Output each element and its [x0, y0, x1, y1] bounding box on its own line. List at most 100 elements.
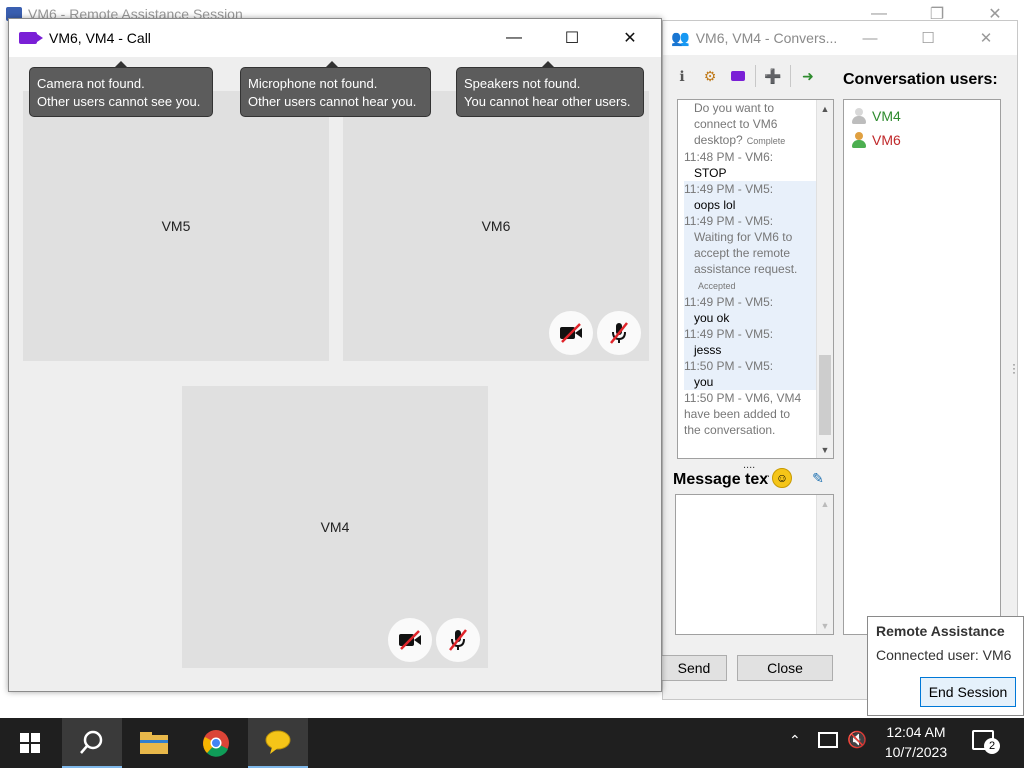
chat-line-text: Do you want to: [694, 101, 775, 115]
close-conversation-button[interactable]: Close: [737, 655, 833, 681]
chat-line: 11:49 PM - VM5:: [684, 181, 818, 197]
scroll-down-icon[interactable]: ▼: [817, 617, 833, 634]
network-icon[interactable]: [818, 732, 838, 748]
toolbar-divider: [755, 65, 756, 87]
folder-icon: [140, 732, 168, 754]
messenger-button[interactable]: [248, 718, 308, 768]
message-text-label: Message text:: [673, 471, 769, 488]
camera-off-icon[interactable]: [549, 311, 593, 355]
maximize-button[interactable]: ☐: [543, 19, 601, 57]
user-name: VM4: [872, 108, 901, 124]
splitter-grip[interactable]: ....: [743, 459, 755, 471]
clock-time: 12:04 AM: [886, 724, 946, 740]
message-input[interactable]: ▲ ▼: [675, 494, 834, 635]
conversation-users-list[interactable]: VM4 VM6: [843, 99, 1001, 635]
chat-line: the conversation.: [684, 422, 818, 438]
chat-line: Do you want to: [684, 100, 818, 116]
chat-line-text: oops lol: [694, 198, 736, 212]
chat-line: accept the remote: [684, 245, 818, 261]
minimize-button[interactable]: —: [485, 19, 543, 57]
microphone-off-icon[interactable]: [436, 618, 480, 662]
file-explorer-button[interactable]: [124, 718, 184, 768]
tooltip-line: Other users cannot hear you.: [248, 94, 417, 109]
scroll-down-icon[interactable]: ▼: [817, 441, 833, 458]
volume-muted-icon[interactable]: 🔇: [847, 730, 867, 750]
add-user-icon[interactable]: ➕: [762, 65, 784, 87]
chat-line-text: 11:49 PM - VM5:: [684, 214, 774, 228]
chrome-icon: [203, 730, 229, 757]
chat-line-text: Waiting for VM6 to: [694, 230, 793, 244]
call-title: VM6, VM4 - Call: [49, 30, 151, 46]
chat-line-text: 11:50 PM - VM5:: [684, 359, 774, 373]
chat-line: Waiting for VM6 to: [684, 229, 818, 245]
clock-date: 10/7/2023: [884, 744, 948, 760]
video-call-icon[interactable]: [727, 65, 749, 87]
chat-line: Accepted: [684, 277, 818, 294]
microphone-warning-tooltip: Microphone not found. Other users cannot…: [240, 61, 431, 117]
tooltip-line: Camera not found.: [37, 76, 145, 91]
chat-line: 11:50 PM - VM6, VM4: [684, 390, 818, 406]
leave-conversation-icon[interactable]: ➜: [797, 65, 819, 87]
user-item-vm6[interactable]: VM6: [852, 128, 992, 152]
show-hidden-icons[interactable]: ⌃: [789, 732, 801, 749]
toolbar-divider: [790, 65, 791, 87]
chat-line: have been added to: [684, 406, 818, 422]
chat-line: desktop? Complete: [684, 132, 818, 149]
chat-line-text: connect to VM6: [694, 117, 778, 131]
chat-line-text: have been added to: [684, 407, 791, 421]
chat-line: you ok: [684, 310, 818, 326]
chat-line-text: the conversation.: [684, 423, 776, 437]
close-button[interactable]: ✕: [601, 19, 659, 57]
conversation-toolbar: ℹ ⚙ ➕ ➜: [671, 65, 819, 87]
tooltip-line: Speakers not found.: [464, 76, 581, 91]
video-tile-vm4: VM4: [182, 386, 488, 668]
tooltip-line: Microphone not found.: [248, 76, 378, 91]
conversation-window: 👥 VM6, VM4 - Convers... — ☐ ✕ ℹ ⚙ ➕ ➜ Co…: [661, 20, 1018, 700]
scroll-thumb[interactable]: [819, 355, 831, 435]
start-button[interactable]: [0, 718, 60, 768]
close-button[interactable]: ✕: [957, 21, 1015, 55]
message-scrollbar[interactable]: ▲ ▼: [816, 495, 833, 634]
camera-off-icon[interactable]: [388, 618, 432, 662]
user-name: VM6: [872, 132, 901, 148]
clock[interactable]: 12:04 AM 10/7/2023: [872, 722, 960, 762]
conversation-users-label: Conversation users:: [843, 71, 998, 88]
chat-history[interactable]: Do you want to connect to VM6 desktop? Comp…: [677, 99, 834, 459]
chat-line: jesss: [684, 342, 818, 358]
chat-line: connect to VM6: [684, 116, 818, 132]
microphone-off-icon[interactable]: [597, 311, 641, 355]
chat-line: STOP: [684, 165, 818, 181]
conversation-title: VM6, VM4 - Convers...: [695, 30, 838, 46]
tile-label: VM5: [161, 218, 191, 234]
user-item-vm4[interactable]: VM4: [852, 104, 992, 128]
chat-line-text: 11:48 PM - VM6:: [684, 150, 774, 164]
minimize-button[interactable]: —: [841, 21, 899, 55]
chat-messages: Do you want to connect to VM6 desktop? Comp…: [678, 100, 818, 458]
resize-grip[interactable]: · · ·: [1012, 358, 1016, 378]
chat-line: assistance request.: [684, 261, 818, 277]
camera-warning-tooltip: Camera not found. Other users cannot see…: [29, 61, 213, 117]
emoticon-icon[interactable]: ☺: [772, 468, 792, 488]
chat-line-text: jesss: [694, 343, 722, 357]
search-button[interactable]: [62, 718, 122, 768]
notification-text: Connected user: VM6: [876, 647, 1012, 663]
chat-line-text: 11:49 PM - VM5:: [684, 295, 774, 309]
chat-scrollbar[interactable]: ▲ ▼: [816, 100, 833, 458]
search-icon: [80, 730, 103, 754]
chat-line-text: 11:49 PM - VM5:: [684, 327, 774, 341]
tile-label: VM4: [320, 519, 350, 535]
end-session-button[interactable]: End Session: [920, 677, 1016, 707]
chrome-button[interactable]: [186, 718, 246, 768]
send-button[interactable]: Send: [661, 655, 727, 681]
settings-icon[interactable]: ⚙: [699, 65, 721, 87]
scroll-up-icon[interactable]: ▲: [817, 100, 833, 117]
maximize-button[interactable]: ☐: [899, 21, 957, 55]
call-window: VM6, VM4 - Call — ☐ ✕ VM5 VM6 VM4 Camera…: [8, 18, 662, 692]
action-center-icon[interactable]: 2: [972, 730, 1000, 754]
chat-status: Complete: [746, 136, 786, 146]
tile-label: VM6: [481, 218, 511, 234]
formatting-icon[interactable]: ✎: [808, 468, 828, 488]
info-icon[interactable]: ℹ: [671, 65, 693, 87]
users-icon: 👥: [671, 30, 690, 47]
scroll-up-icon[interactable]: ▲: [817, 495, 833, 512]
